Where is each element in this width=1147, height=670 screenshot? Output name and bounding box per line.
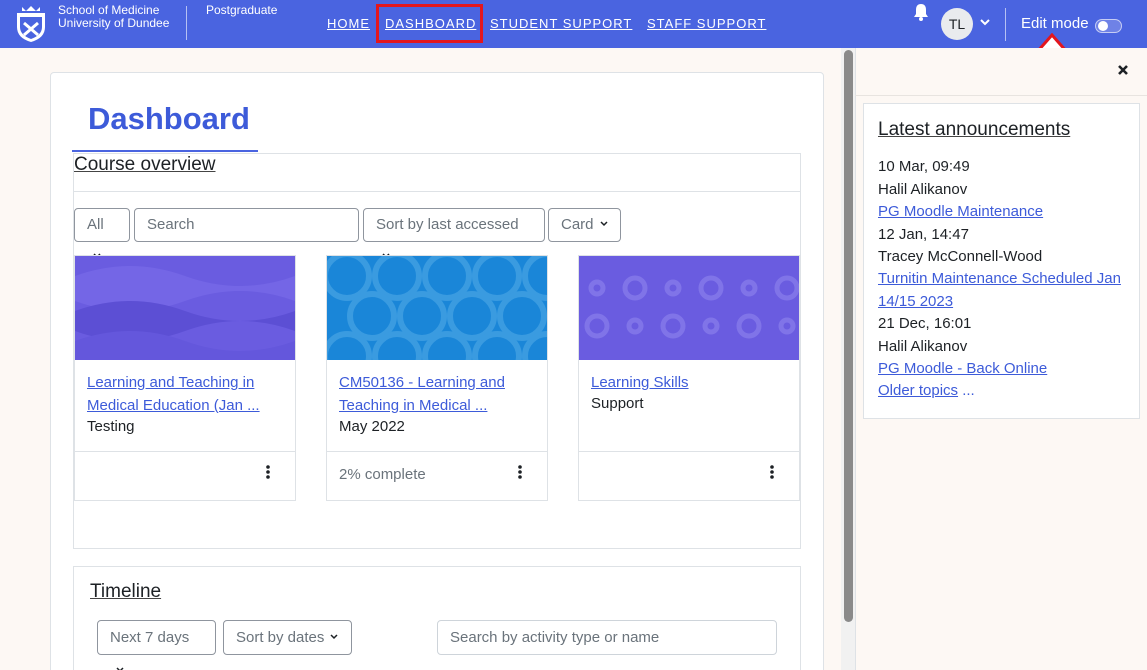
announcement-date: 12 Jan, 14:47	[878, 226, 969, 243]
timeline-search-placeholder: Search by activity type or name	[450, 629, 660, 646]
course-search-input[interactable]: Search	[134, 208, 359, 242]
timeline-sort-dropdown[interactable]: Sort by dates	[223, 620, 352, 655]
course-progress-text: 2% complete	[339, 466, 426, 483]
course-category: Testing	[87, 418, 135, 435]
university-shield-logo[interactable]	[16, 5, 46, 43]
user-avatar[interactable]: TL	[941, 8, 973, 40]
course-overview-title: Course overview	[74, 154, 216, 175]
announcement-author: Tracey McConnell-Wood	[878, 248, 1043, 265]
course-card[interactable]: CM50136 - Learning and Teaching in Medic…	[326, 255, 548, 501]
timeline-title: Timeline	[90, 581, 162, 602]
more-options-icon[interactable]	[263, 464, 273, 480]
toggle-knob	[1098, 21, 1108, 31]
brand-divider	[186, 6, 187, 40]
chevron-down-icon[interactable]	[980, 17, 990, 27]
brand-subtitle: Postgraduate	[206, 3, 278, 17]
view-dropdown[interactable]: Card	[548, 208, 621, 242]
nav-link-student-support[interactable]: STUDENT SUPPORT	[490, 16, 632, 32]
course-card[interactable]: Learning Skills Support	[578, 255, 800, 501]
close-icon[interactable]	[1116, 63, 1130, 77]
course-image[interactable]	[579, 256, 799, 360]
older-topics-link[interactable]: Older topics	[878, 382, 958, 399]
timeline-sort-label: Sort by dates	[236, 629, 325, 646]
more-options-icon[interactable]	[767, 464, 777, 480]
sort-label: Sort by last accessed	[376, 216, 519, 233]
nav-link-home[interactable]: HOME	[327, 16, 370, 32]
announcements-title: Latest announcements	[878, 119, 1071, 140]
navbar-divider	[1005, 8, 1006, 41]
course-image[interactable]	[327, 256, 547, 360]
older-topics-ellipsis: ...	[958, 382, 975, 399]
chevron-down-icon	[330, 634, 338, 640]
course-card-divider	[75, 451, 295, 452]
course-title-link[interactable]: CM50136 - Learning and Teaching in Medic…	[339, 372, 535, 417]
announcement-link[interactable]: PG Moodle Maintenance	[878, 201, 1128, 224]
sort-dropdown[interactable]: Sort by last accessed	[363, 208, 545, 259]
course-card-divider	[327, 451, 547, 452]
announcement-author: Halil Alikanov	[878, 338, 968, 355]
announcement-link[interactable]: PG Moodle - Back Online	[878, 358, 1128, 381]
nav-link-staff-support[interactable]: STAFF SUPPORT	[647, 16, 766, 32]
announcement-author: Halil Alikanov	[878, 181, 968, 198]
course-title-link[interactable]: Learning Skills	[591, 372, 787, 395]
announcement-link[interactable]: Turnitin Maintenance Scheduled Jan 14/15…	[878, 268, 1128, 313]
dashboard-highlight-box	[376, 4, 483, 43]
timeline-range-dropdown[interactable]: Next 7 days	[97, 620, 216, 670]
search-placeholder: Search	[147, 216, 195, 233]
announcement-date: 21 Dec, 16:01	[878, 315, 972, 332]
brand-name[interactable]: School of Medicine University of Dundee	[58, 4, 169, 30]
top-navbar: School of Medicine University of Dundee …	[0, 0, 1147, 48]
course-card-divider	[579, 451, 799, 452]
course-overview-divider	[74, 191, 801, 192]
timeline-range-label: Next 7 days	[110, 629, 190, 646]
brand-line-2: University of Dundee	[58, 16, 170, 30]
filter-label: All	[87, 216, 104, 233]
chevron-down-icon	[599, 221, 608, 227]
filter-dropdown[interactable]: All	[74, 208, 130, 259]
chevron-down-icon	[116, 667, 124, 670]
edit-mode-toggle[interactable]	[1095, 19, 1122, 33]
course-category: May 2022	[339, 418, 405, 435]
more-options-icon[interactable]	[515, 464, 525, 480]
timeline-search-input[interactable]: Search by activity type or name	[437, 620, 777, 655]
course-title-link[interactable]: Learning and Teaching in Medical Educati…	[87, 372, 283, 417]
older-topics-row: Older topics ...	[878, 380, 975, 403]
view-label: Card	[561, 216, 594, 233]
title-underline	[72, 150, 258, 152]
edit-mode-label: Edit mode	[1021, 15, 1089, 32]
course-category: Support	[591, 395, 644, 412]
drawer-divider	[855, 95, 1147, 96]
announcement-date: 10 Mar, 09:49	[878, 158, 970, 175]
notification-bell-icon[interactable]	[913, 3, 929, 21]
course-image[interactable]	[75, 256, 295, 360]
page-title: Dashboard	[88, 101, 250, 136]
course-card[interactable]: Learning and Teaching in Medical Educati…	[74, 255, 296, 501]
page-scrollbar-thumb[interactable]	[844, 50, 853, 622]
